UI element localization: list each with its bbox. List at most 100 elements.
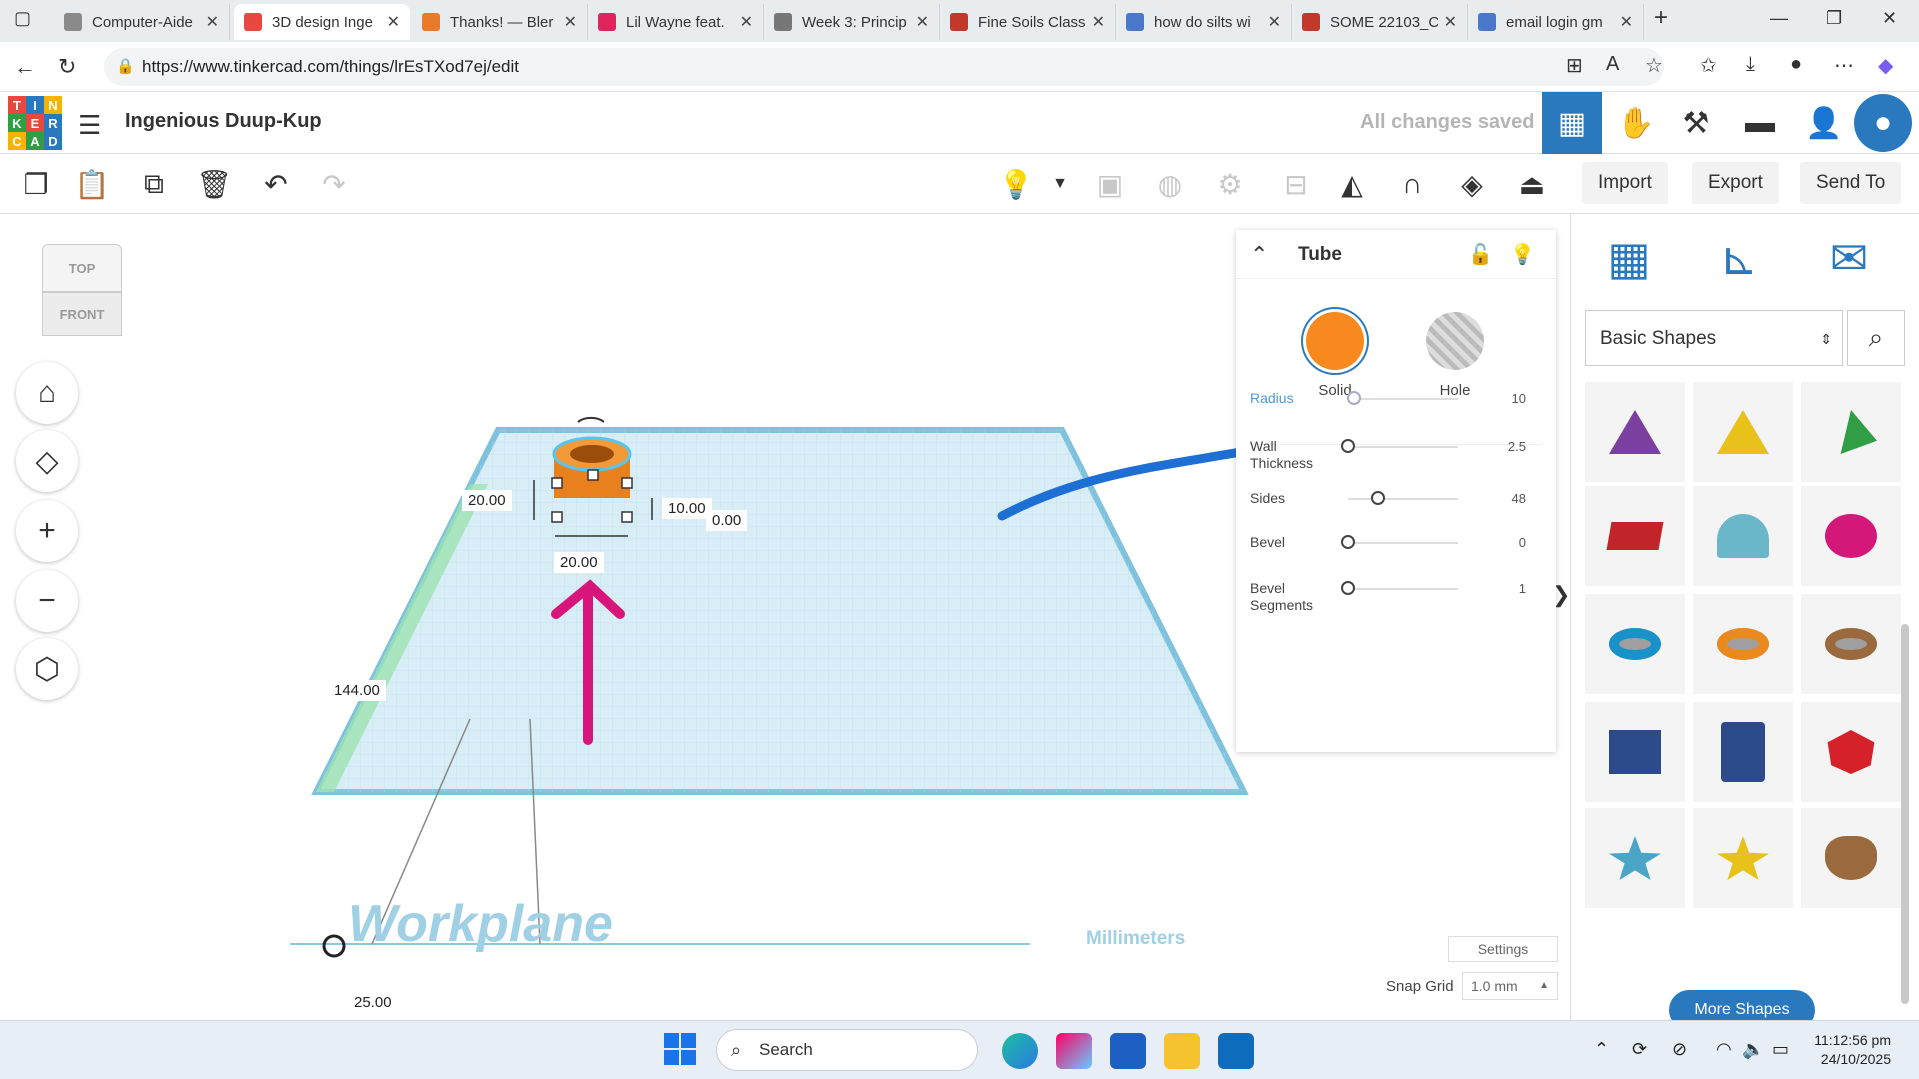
shape-tile-half-cylinder[interactable] [1693,486,1793,586]
dim-height-label[interactable]: 10.00 [662,498,712,519]
volume-icon[interactable]: 🔈 [1742,1039,1764,1060]
slider-knob[interactable] [1370,491,1385,505]
browser-tab[interactable]: Lil Wayne feat. ✕ [588,4,764,40]
profile-icon[interactable]: ● [1790,53,1802,76]
store-icon[interactable] [1110,1033,1146,1069]
shape-tile-tube[interactable] [1693,594,1793,694]
tab-close-icon[interactable]: ✕ [1620,12,1633,32]
shape-tile-torus[interactable] [1585,594,1685,694]
windows-start-icon[interactable] [664,1033,696,1065]
new-tab-button[interactable]: + [1654,4,1668,32]
view-cube-top[interactable]: TOP [42,244,122,292]
property-value[interactable]: 1 [1519,581,1526,596]
align-icon[interactable]: ⊟ [1276,164,1316,204]
file-explorer-icon[interactable] [1164,1033,1200,1069]
tab-actions-icon[interactable]: ▢ [14,8,31,29]
favorites-icon[interactable]: ✩ [1700,53,1717,78]
browser-tab[interactable]: Week 3: Princip ✕ [764,4,940,40]
redo-icon[interactable]: ↷ [314,164,354,204]
design-name[interactable]: Ingenious Duup-Kup [125,110,322,133]
browser-tab[interactable]: how do silts wi ✕ [1116,4,1292,40]
mirror-icon[interactable]: ◭ [1332,164,1372,204]
group-icon[interactable]: ▣ [1090,164,1130,204]
property-slider[interactable] [1348,542,1458,544]
shape-tile-ring[interactable] [1801,594,1901,694]
tray-chevron-icon[interactable]: ⌃ [1594,1039,1609,1060]
sync-icon[interactable]: ⟳ [1632,1039,1647,1060]
tab-close-icon[interactable]: ✕ [1092,12,1105,32]
workplane-magnet-icon[interactable]: ∩ [1392,164,1432,204]
undo-icon[interactable]: ↶ [256,164,296,204]
import-button[interactable]: Import [1582,162,1668,204]
settings-button[interactable]: Settings [1448,936,1558,962]
outlook-icon[interactable] [1218,1033,1254,1069]
bricks-icon[interactable]: ⚒ [1666,92,1726,154]
shape-tile-paraboloid[interactable] [1801,486,1901,586]
property-value[interactable]: 48 [1512,491,1526,506]
sim-lab-icon[interactable]: ▬ [1730,92,1790,154]
chevron-down-icon[interactable]: ▼ [1040,164,1080,204]
dim-side-label[interactable]: 144.00 [328,680,386,701]
shape-tile-star[interactable] [1585,808,1685,908]
property-value[interactable]: 10 [1512,391,1526,406]
property-slider[interactable] [1348,588,1458,590]
notes-light-icon[interactable]: 💡 [996,164,1036,204]
property-value[interactable]: 2.5 [1508,439,1526,454]
view-cube-front[interactable]: FRONT [42,292,122,336]
user-avatar[interactable]: ● [1854,94,1912,152]
edge-icon[interactable] [1002,1033,1038,1069]
zoom-out-icon[interactable]: − [16,570,78,632]
property-value[interactable]: 0 [1519,535,1526,550]
more-icon[interactable]: ⋯ [1834,53,1854,78]
tab-close-icon[interactable]: ✕ [564,12,577,32]
shape-tile-hex-prism[interactable] [1693,702,1793,802]
tab-close-icon[interactable]: ✕ [387,12,400,32]
perspective-icon[interactable]: ⬡ [16,638,78,700]
taskbar-clock[interactable]: 11:12:56 pm 24/10/2025 [1814,1031,1891,1069]
dim-width-label[interactable]: 20.00 [462,490,512,511]
collapse-chevron-icon[interactable]: ⌃ [1250,242,1268,268]
search-icon[interactable]: ⌕ [1847,310,1905,366]
browser-tab[interactable]: Fine Soils Class ✕ [940,4,1116,40]
ungroup-icon[interactable]: ◍ [1150,164,1190,204]
shape-tile-polygon[interactable] [1585,702,1685,802]
notes-icon[interactable]: ✉ [1819,228,1879,288]
favorite-star-icon[interactable]: ☆ [1645,53,1663,78]
solid-swatch[interactable] [1306,312,1364,370]
refresh-icon[interactable]: ↻ [58,54,76,80]
back-icon[interactable]: ← [14,54,36,80]
property-slider[interactable] [1348,498,1458,500]
slider-knob[interactable] [1341,581,1355,595]
browser-tab[interactable]: SOME 22103_C ✕ [1292,4,1468,40]
snap-grid-select[interactable]: 1.0 mm ▲ [1462,972,1558,1000]
shape-tile-heart[interactable] [1801,808,1901,908]
tab-close-icon[interactable]: ✕ [916,12,929,32]
browser-tab[interactable]: Thanks! — Bler ✕ [412,4,588,40]
paste-icon[interactable]: 📋 [72,164,112,204]
property-slider[interactable] [1348,398,1458,400]
downloads-icon[interactable]: ⤓ [1746,53,1755,76]
home-view-icon[interactable]: ⌂ [16,362,78,424]
ruler-icon[interactable]: ◈ [1452,164,1492,204]
delete-icon[interactable]: 🗑 [194,164,234,204]
dim-bottom-label[interactable]: 25.00 [348,992,398,1013]
design-list-icon[interactable]: ☰ [78,110,101,141]
hint-bulb-icon[interactable]: 💡 [1510,242,1535,267]
export-button[interactable]: Export [1692,162,1779,204]
apps-icon[interactable]: ⊞ [1566,53,1583,78]
scrollbar[interactable] [1901,624,1909,1004]
browser-tab[interactable]: 3D design Inge ✕ [234,4,410,40]
wifi-icon[interactable]: ◠ [1716,1039,1732,1060]
shape-tile-icosahedron[interactable] [1801,702,1901,802]
ruler-panel-icon[interactable]: ⊾ [1709,228,1769,288]
slider-knob[interactable] [1341,535,1355,549]
copilot-icon[interactable]: ◆ [1878,53,1893,78]
zoom-in-icon[interactable]: + [16,500,78,562]
taskbar-search-field[interactable]: ⌕ Search [716,1029,978,1071]
slider-knob[interactable] [1346,391,1361,405]
cruise-icon[interactable]: ⚙ [1210,164,1250,204]
battery-icon[interactable]: ▭ [1772,1039,1789,1060]
tinkercad-logo[interactable]: TINKERCAD [8,96,62,150]
no-network-icon[interactable]: ⊘ [1672,1039,1687,1060]
minimize-button[interactable]: — [1770,8,1788,29]
